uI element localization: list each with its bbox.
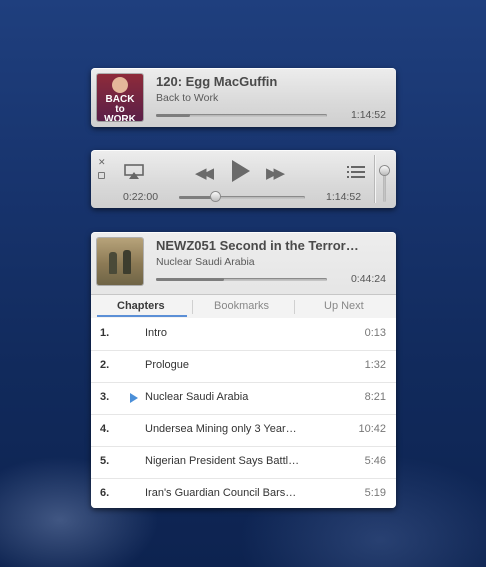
chapter-title: Undersea Mining only 3 Year… — [145, 423, 297, 435]
chapter-title: Nuclear Saudi Arabia — [145, 391, 249, 403]
chapter-number: 2. — [100, 359, 110, 371]
artwork-logo: BACK to WORK — [104, 94, 136, 122]
chapter-number: 5. — [100, 455, 110, 467]
volume-knob[interactable] — [380, 166, 389, 175]
chapter-title: Prologue — [145, 359, 190, 371]
chapter-number: 3. — [100, 391, 110, 403]
playback-controls: ✕ ◀◀ ▶▶ 0:22:00 1:14:52 — [91, 150, 396, 208]
seek-knob[interactable] — [211, 192, 221, 201]
progress-bar[interactable] — [156, 278, 327, 281]
chapter-title: Nigerian President Says Battl… — [145, 455, 300, 467]
progress-fill — [156, 114, 191, 117]
progress-bar[interactable] — [156, 114, 327, 117]
now-playing-icon — [130, 393, 138, 403]
airplay-icon[interactable] — [124, 164, 144, 180]
active-tab-indicator — [97, 315, 187, 317]
total-time: 1:14:52 — [326, 191, 362, 203]
play-icon[interactable] — [232, 160, 250, 182]
episode-title: 120: Egg MacGuffin — [156, 74, 278, 89]
chapter-duration: 5:46 — [364, 455, 386, 467]
now-playing-panel: NEWZ051 Second in the Terror… Nuclear Sa… — [91, 232, 396, 508]
current-time: 0:22:00 — [123, 191, 159, 203]
figure-shape — [109, 252, 117, 274]
chapter-name: Nuclear Saudi Arabia — [156, 256, 255, 268]
tab-bookmarks[interactable]: Bookmarks — [214, 300, 269, 312]
minimize-icon[interactable] — [98, 172, 105, 179]
fast-forward-icon[interactable]: ▶▶ — [266, 164, 285, 182]
host-face — [112, 77, 128, 93]
duration-label: 1:14:52 — [350, 109, 386, 121]
tab-chapters[interactable]: Chapters — [117, 300, 165, 312]
chapter-duration: 10:42 — [358, 423, 386, 435]
chapter-duration: 8:21 — [364, 391, 386, 403]
chapter-number: 1. — [100, 327, 110, 339]
rewind-icon[interactable]: ◀◀ — [195, 164, 214, 182]
figure-shape — [123, 250, 131, 274]
chapter-list: 1. Intro 0:13 2. Prologue 1:32 3. Nuclea… — [91, 318, 396, 508]
divider — [374, 155, 375, 203]
episode-artwork — [97, 238, 143, 285]
progress-fill — [156, 278, 225, 281]
playlist-icon[interactable] — [347, 164, 365, 180]
close-icon[interactable]: ✕ — [98, 157, 106, 168]
tab-bar: Chapters Bookmarks Up Next — [91, 294, 396, 319]
chapter-duration: 1:32 — [364, 359, 386, 371]
divider — [294, 300, 295, 314]
tab-up-next[interactable]: Up Next — [324, 300, 364, 312]
chapter-row[interactable]: 1. Intro 0:13 — [91, 318, 396, 351]
chapter-row[interactable]: 2. Prologue 1:32 — [91, 350, 396, 383]
mini-player[interactable]: BACK to WORK 120: Egg MacGuffin Back to Wo… — [91, 68, 396, 127]
chapter-row[interactable]: 5. Nigerian President Says Battl… 5:46 — [91, 446, 396, 479]
seek-bar[interactable] — [179, 196, 305, 199]
chapter-row[interactable]: 4. Undersea Mining only 3 Year… 10:42 — [91, 414, 396, 447]
divider — [192, 300, 193, 314]
chapter-title: Iran's Guardian Council Bars… — [145, 487, 297, 499]
chapter-title: Intro — [145, 327, 168, 339]
episode-title: NEWZ051 Second in the Terror… — [156, 238, 359, 253]
chapter-duration: 5:19 — [364, 487, 386, 499]
remaining-time: 0:44:24 — [350, 273, 386, 285]
podcast-artwork: BACK to WORK — [97, 74, 143, 121]
podcast-name: Back to Work — [156, 92, 219, 104]
chapter-row-current[interactable]: 3. Nuclear Saudi Arabia 8:21 — [91, 382, 396, 415]
chapter-number: 4. — [100, 423, 110, 435]
chapter-row[interactable]: 6. Iran's Guardian Council Bars… 5:19 — [91, 478, 396, 510]
chapter-duration: 0:13 — [364, 327, 386, 339]
chapter-number: 6. — [100, 487, 110, 499]
